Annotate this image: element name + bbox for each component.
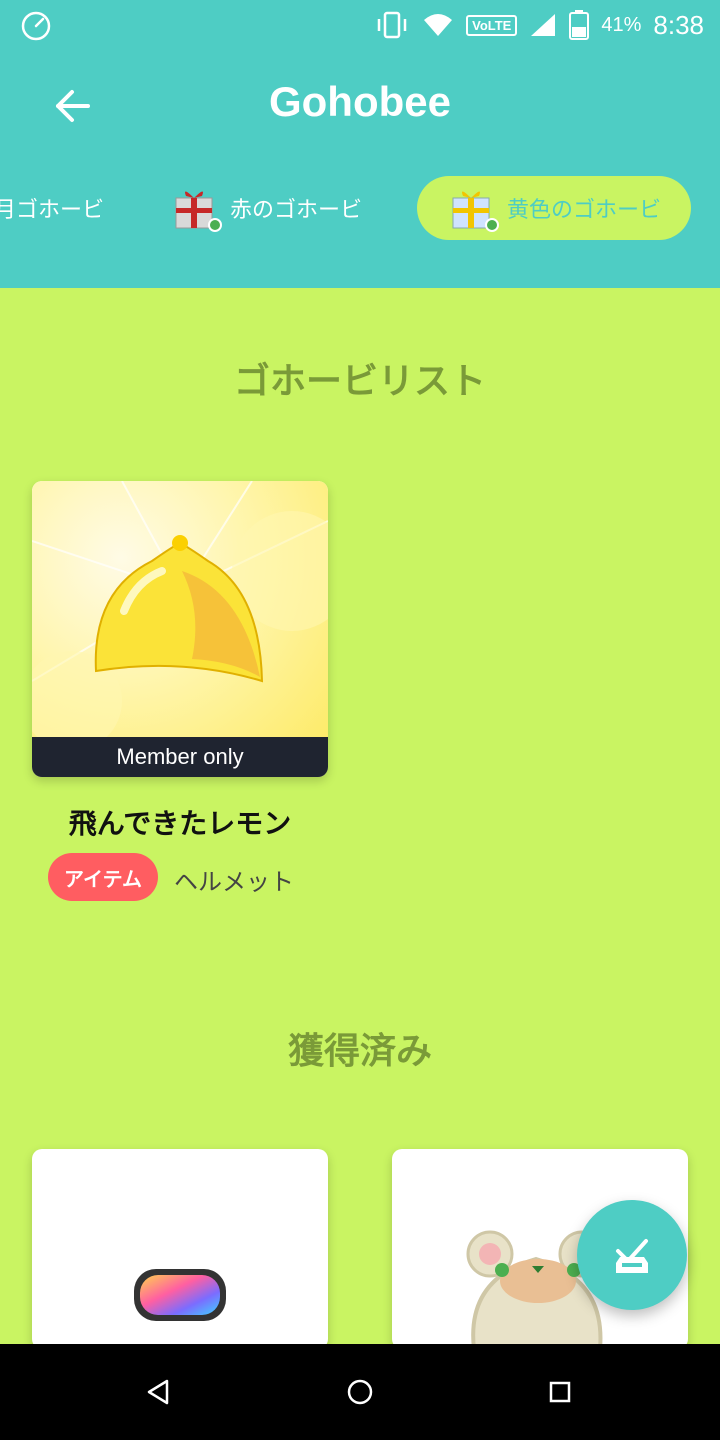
status-bar: VoLTE 41% 8:38 — [0, 0, 720, 50]
fab-check-button[interactable] — [577, 1200, 687, 1310]
yellow-gift-icon — [449, 184, 499, 232]
system-nav-bar — [0, 1344, 720, 1440]
tab-label: 黄色のゴホービ — [507, 198, 662, 223]
lemon-helmet-icon — [32, 481, 328, 751]
member-only-band: Member only — [32, 737, 328, 777]
nav-back-button[interactable] — [138, 1372, 178, 1412]
clock: 8:38 — [653, 9, 704, 40]
page-title: Gohobee — [268, 78, 451, 125]
vibrate-icon — [377, 11, 407, 39]
battery-percent: 41% — [601, 13, 642, 36]
speedometer-icon — [21, 11, 51, 41]
goggles-icon — [134, 1269, 226, 1321]
nav-home-button[interactable] — [340, 1372, 380, 1412]
tab-yellow[interactable]: 黄色のゴホービ — [417, 176, 692, 240]
wifi-icon — [424, 14, 453, 36]
item-card[interactable]: Member only — [32, 481, 328, 777]
lemon-helmet-image — [32, 481, 328, 751]
home-circle-icon — [347, 1379, 373, 1405]
nav-recents-button[interactable] — [540, 1372, 580, 1412]
check-tray-icon — [616, 1239, 648, 1273]
tab-red[interactable]: 赤のゴホービ — [172, 176, 362, 240]
battery-icon — [569, 10, 590, 40]
section-title-list: ゴホービリスト — [233, 361, 486, 402]
recents-square-icon — [549, 1381, 571, 1403]
red-gift-icon — [172, 184, 222, 232]
signal-icon — [531, 14, 556, 36]
tab-label: 月ゴホービ — [0, 198, 105, 223]
status-dot — [485, 218, 499, 232]
back-triangle-icon — [147, 1379, 169, 1405]
volte-label: VoLTE — [466, 14, 518, 36]
category-tabs: 月ゴホービ 赤のゴホービ 黄色のゴホービ — [0, 176, 720, 240]
item-name: 飛んできたレモン — [68, 807, 292, 840]
app-bar: Gohobee — [0, 50, 720, 160]
tab-label: 赤のゴホービ — [230, 198, 363, 223]
header: VoLTE 41% 8:38 Gohobee 月ゴホービ 赤のゴホービ 黄色のゴ… — [0, 0, 720, 288]
section-title-acquired: 獲得済み — [287, 1031, 432, 1072]
status-icons: VoLTE 41% 8:38 — [374, 8, 704, 42]
item-type-badge: アイテム — [48, 853, 158, 901]
item-category: ヘルメット — [174, 868, 294, 896]
tab-blue[interactable]: 月ゴホービ — [0, 176, 104, 240]
status-dot — [208, 218, 222, 232]
acquired-card[interactable] — [32, 1149, 328, 1349]
